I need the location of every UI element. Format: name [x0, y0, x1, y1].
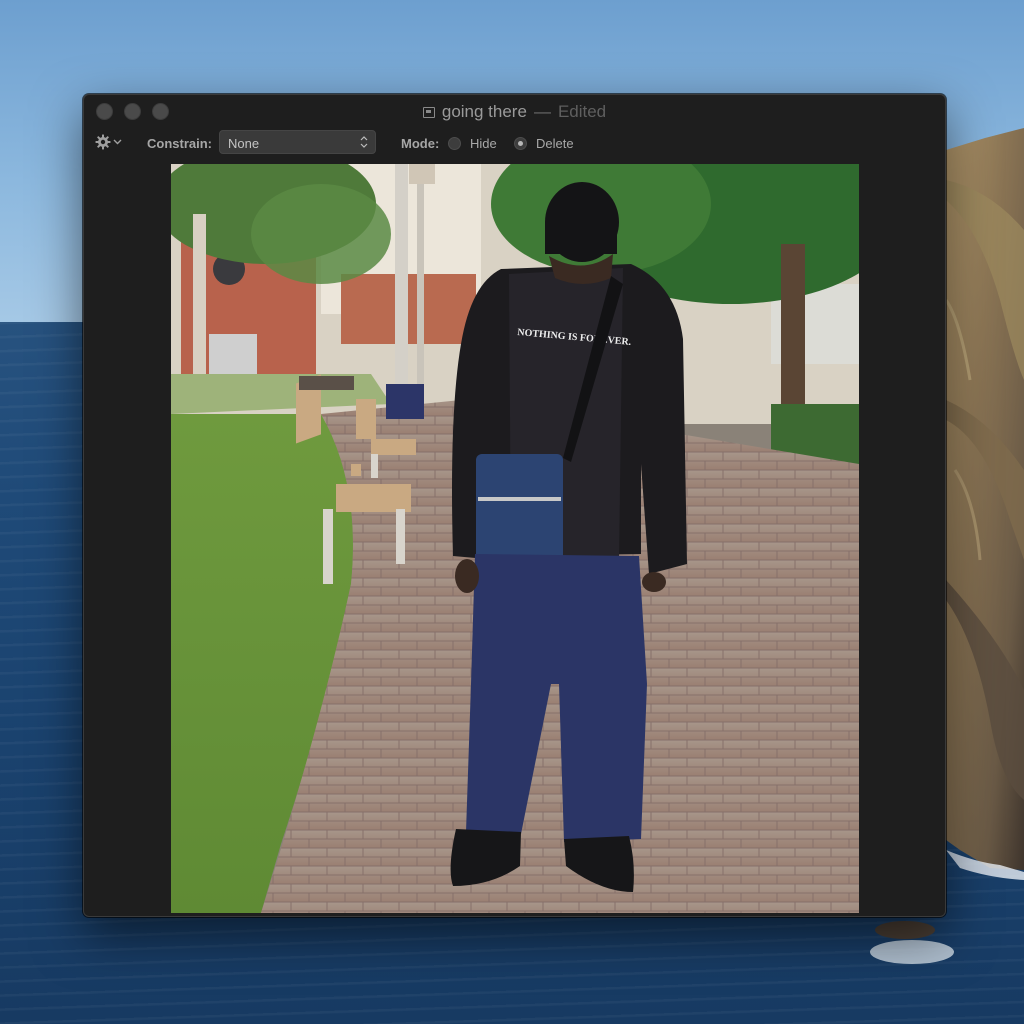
mode-delete-radio[interactable] [514, 137, 527, 150]
mode-delete-label[interactable]: Delete [536, 136, 574, 151]
document-proxy-icon[interactable] [422, 107, 435, 118]
edited-photo: NOTHING IS FOREVER. [171, 164, 859, 913]
mode-hide-radio[interactable] [448, 137, 461, 150]
document-name: going there [441, 102, 527, 121]
mode-hide-label[interactable]: Hide [470, 136, 497, 151]
gear-icon [95, 134, 111, 150]
constrain-value: None [228, 136, 260, 151]
edited-status: Edited [557, 102, 607, 121]
constrain-select[interactable]: None [219, 130, 376, 154]
image-canvas[interactable]: NOTHING IS FOREVER. [171, 164, 859, 913]
mode-label: Mode: [401, 136, 440, 151]
up-down-arrows-icon [360, 136, 368, 148]
titlebar[interactable]: going there — Edited [84, 95, 945, 127]
window-title: going there — Edited [84, 102, 945, 122]
chevron-down-icon [113, 139, 122, 145]
title-separator: — [533, 102, 551, 121]
image-editor-window[interactable]: going there — Edited Constrain: None Mod… [83, 94, 946, 917]
constrain-label: Constrain: [147, 136, 212, 151]
action-menu-button[interactable] [95, 134, 122, 150]
toolbar: Constrain: None Mode: Hide Delete [84, 127, 945, 159]
